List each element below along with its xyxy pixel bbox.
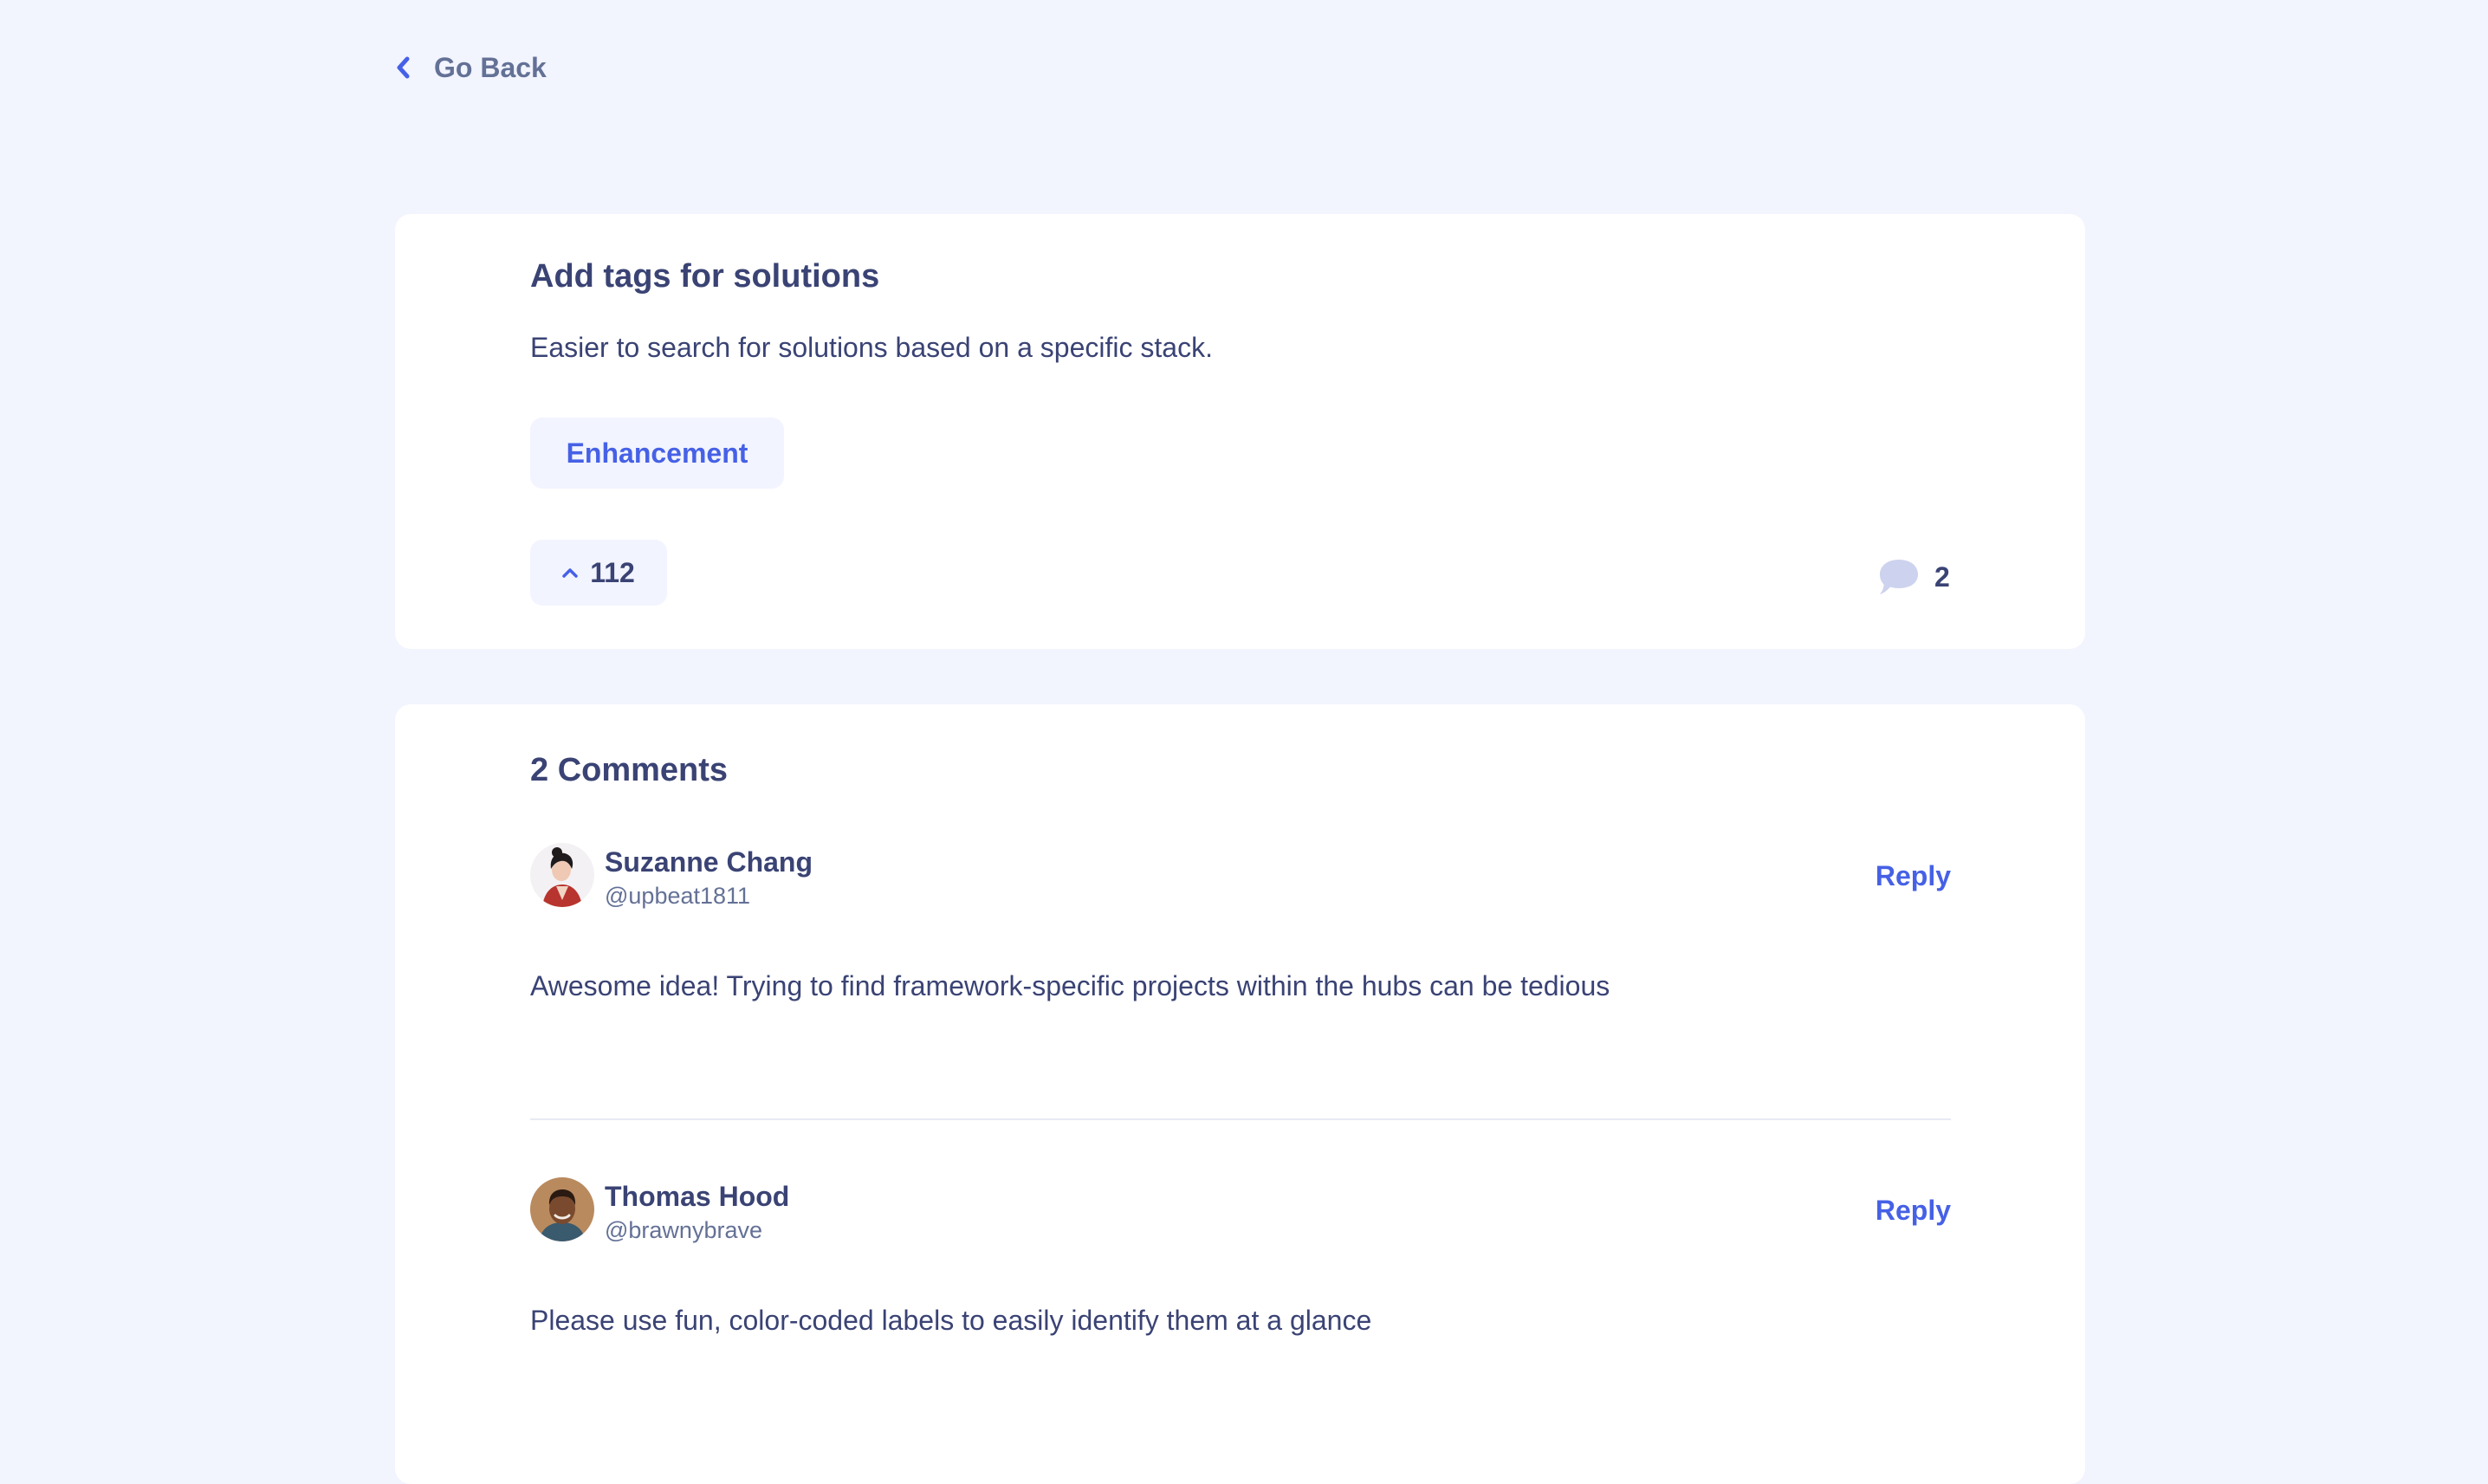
avatar [530,1177,594,1241]
comment-divider [530,1118,1951,1120]
chevron-left-icon [397,56,410,79]
comment-text: Awesome idea! Trying to find framework-s… [530,970,1610,1001]
comments-heading: 2 Comments [530,752,729,788]
comments-card: 2 Comments Suzanne Chang @upbeat1811 Rep… [395,704,2085,1484]
comment-count-number: 2 [1934,561,1950,593]
comment-text: Please use fun, color-coded labels to ea… [530,1305,1372,1336]
upvote-count: 112 [590,556,635,588]
avatar [530,843,594,907]
feedback-card: Add tags for solutions Easier to search … [395,214,2085,649]
category-tag[interactable]: Enhancement [530,418,784,489]
reply-button[interactable]: Reply [1876,1193,1951,1228]
reply-button[interactable]: Reply [1876,859,1951,893]
upvote-button[interactable]: 112 [530,540,667,606]
commenter-handle: @upbeat1811 [605,883,751,909]
commenter-name: Suzanne Chang [605,846,813,878]
comment-bubble-icon [1880,560,1918,594]
go-back-label: Go Back [434,52,547,83]
commenter-handle: @brawnybrave [605,1217,762,1243]
chevron-up-icon [562,567,578,578]
comment-count: 2 [1877,557,1950,597]
commenter-name: Thomas Hood [605,1181,790,1212]
feedback-description: Easier to search for solutions based on … [530,332,1213,363]
feedback-title: Add tags for solutions [530,258,880,295]
comment-item: Suzanne Chang @upbeat1811 Reply Awesome … [530,843,1951,1077]
comment-item: Thomas Hood @brawnybrave Reply Please us… [530,1177,1951,1420]
go-back-button[interactable]: Go Back [394,50,547,85]
